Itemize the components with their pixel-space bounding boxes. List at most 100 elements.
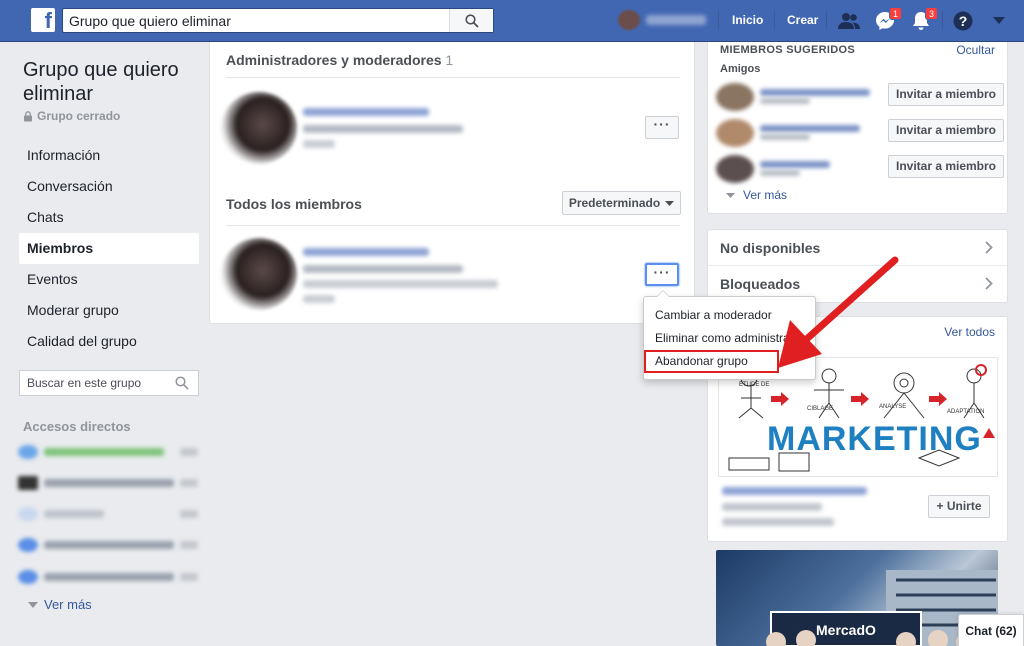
group-privacy-label: Grupo cerrado	[37, 109, 121, 123]
shortcuts-see-more[interactable]: Ver más	[28, 597, 92, 612]
avatar[interactable]	[716, 155, 754, 183]
nav-item-chats[interactable]: Chats	[19, 202, 199, 233]
svg-text:?: ?	[959, 13, 968, 29]
nav-separator	[774, 11, 775, 29]
top-bar: f Grupo que quiero eliminar Inicio Crear…	[0, 0, 1024, 42]
invite-member-button[interactable]: Invitar a miembro	[888, 155, 1004, 178]
leave-group-option[interactable]: Abandonar grupo	[644, 350, 779, 373]
friend-requests-button[interactable]	[838, 10, 860, 32]
mutual-blurred	[760, 134, 810, 140]
shortcut-item[interactable]	[18, 475, 198, 491]
make-moderator-option[interactable]: Cambiar a moderador	[644, 304, 815, 327]
svg-text:CIBLAGE: CIBLAGE	[807, 406, 833, 412]
name-blurred[interactable]	[760, 125, 860, 132]
group-title[interactable]: Grupo que quiero eliminar	[23, 58, 193, 106]
sort-dropdown[interactable]: Predeterminado	[562, 191, 681, 215]
invite-member-button[interactable]: Invitar a miembro	[888, 83, 1004, 106]
join-group-button[interactable]: + Unirte	[928, 495, 990, 518]
nav-item-info[interactable]: Información	[19, 140, 199, 171]
group-meta-blurred	[722, 503, 822, 511]
shortcut-item[interactable]	[18, 537, 198, 553]
caret-down-icon	[993, 17, 1005, 24]
group-name-blurred[interactable]	[722, 487, 867, 495]
member-avatar[interactable]	[221, 238, 297, 310]
search-icon	[464, 13, 479, 28]
nav-separator	[942, 11, 943, 29]
search-box[interactable]: Grupo que quiero eliminar	[62, 8, 494, 33]
blocked-label: Bloqueados	[720, 276, 801, 292]
shortcuts-see-more-label: Ver más	[44, 597, 92, 612]
nav-separator	[718, 11, 719, 29]
group-nav: Información Conversación Chats Miembros …	[19, 140, 199, 357]
help-icon: ?	[953, 11, 973, 31]
see-all-groups-link[interactable]: Ver todos	[944, 325, 995, 339]
group-search-input[interactable]: Buscar en este grupo	[19, 370, 199, 396]
notifications-button[interactable]: 3	[910, 7, 938, 32]
create-link[interactable]: Crear	[787, 13, 818, 27]
member-name-blurred[interactable]	[303, 248, 429, 256]
invite-member-button[interactable]: Invitar a miembro	[888, 119, 1004, 142]
suggested-group-photo[interactable]: MercadO	[716, 550, 998, 646]
profile-link[interactable]	[618, 10, 714, 30]
shortcut-item[interactable]	[18, 444, 198, 460]
nav-item-moderate[interactable]: Moderar grupo	[19, 295, 199, 326]
group-search-placeholder: Buscar en este grupo	[27, 376, 142, 390]
search-button[interactable]	[449, 9, 493, 32]
sort-dropdown-label: Predeterminado	[568, 196, 661, 210]
marketing-word: MARKETING	[767, 420, 982, 458]
name-blurred[interactable]	[760, 161, 830, 168]
svg-text:MercadO: MercadO	[816, 622, 876, 638]
help-button[interactable]: ?	[952, 10, 974, 32]
chevron-down-icon	[28, 601, 38, 608]
shortcuts-title: Accesos directos	[23, 419, 131, 434]
member-info-blurred	[303, 280, 498, 288]
svg-text:ANALYSE: ANALYSE	[879, 404, 906, 410]
admin-name-blurred[interactable]	[303, 108, 429, 116]
group-meta-blurred	[722, 518, 834, 526]
svg-text:ÉTUDE DE: ÉTUDE DE	[739, 381, 769, 388]
unavailable-row[interactable]: No disponibles	[708, 230, 1007, 266]
messages-button[interactable]: 1	[874, 7, 902, 32]
admins-count: 1	[445, 52, 454, 68]
suggested-see-more[interactable]: Ver más	[726, 188, 787, 202]
admin-avatar[interactable]	[221, 92, 297, 164]
divider	[226, 77, 680, 78]
admin-details-blurred	[303, 125, 463, 133]
nav-item-quality[interactable]: Calidad del grupo	[19, 326, 199, 357]
member-role-blurred	[303, 295, 335, 303]
chevron-right-icon	[985, 241, 993, 254]
avatar	[618, 10, 640, 30]
members-card: Administradores y moderadores 1 ··· Todo…	[209, 42, 695, 324]
profile-name-blurred	[646, 15, 706, 25]
chat-tab[interactable]: Chat (62)	[958, 614, 1024, 646]
admin-more-button[interactable]: ···	[645, 116, 679, 139]
shortcut-item[interactable]	[18, 506, 198, 522]
suggested-member-row: Invitar a miembro	[716, 153, 1004, 185]
name-blurred[interactable]	[760, 89, 870, 96]
home-link[interactable]: Inicio	[732, 13, 763, 27]
remove-admin-option[interactable]: Eliminar como administrador	[644, 327, 815, 350]
unavailable-label: No disponibles	[720, 240, 821, 256]
admins-section-title: Administradores y moderadores 1	[226, 52, 453, 68]
suggested-see-more-label: Ver más	[743, 188, 788, 202]
admin-role-blurred	[303, 140, 335, 148]
svg-text:ADAPTATION: ADAPTATION	[947, 409, 984, 415]
account-menu-button[interactable]	[988, 10, 1010, 32]
nav-item-events[interactable]: Eventos	[19, 264, 199, 295]
notifications-badge: 3	[925, 7, 938, 20]
facebook-logo-icon[interactable]: f	[31, 8, 55, 32]
divider	[226, 225, 680, 226]
avatar[interactable]	[716, 83, 754, 111]
avatar[interactable]	[716, 119, 754, 147]
friends-icon	[838, 13, 860, 29]
hide-suggestions-link[interactable]: Ocultar	[956, 43, 995, 57]
shortcut-item[interactable]	[18, 569, 198, 585]
nav-item-members[interactable]: Miembros	[19, 233, 199, 264]
search-input[interactable]: Grupo que quiero eliminar	[63, 13, 449, 29]
nav-item-discussion[interactable]: Conversación	[19, 171, 199, 202]
member-status-card: No disponibles Bloqueados	[707, 229, 1008, 303]
friends-label: Amigos	[720, 63, 761, 75]
member-more-button[interactable]: ···	[645, 263, 679, 286]
search-icon	[175, 376, 189, 390]
nav-separator	[826, 11, 827, 29]
